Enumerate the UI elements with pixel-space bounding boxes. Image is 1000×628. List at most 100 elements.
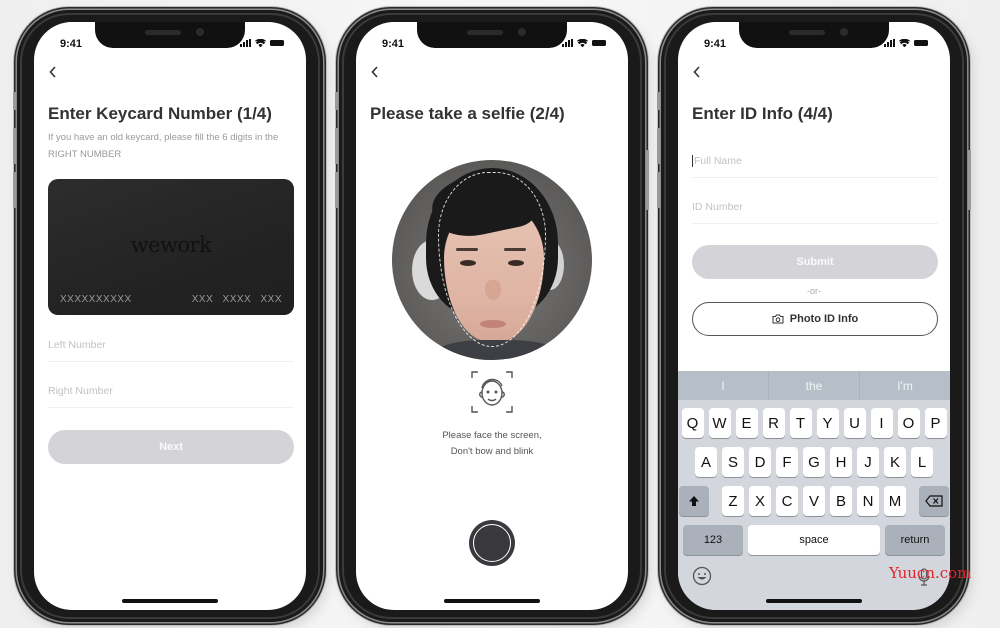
face-outline-guide	[438, 172, 546, 347]
photo-id-label: Photo ID Info	[789, 313, 859, 325]
key[interactable]: R	[762, 408, 785, 438]
shift-icon	[689, 496, 699, 506]
full-name-field[interactable]	[692, 144, 938, 178]
home-indicator	[122, 599, 218, 603]
hint-line-1: Please face the screen,	[442, 430, 542, 441]
suggestion-bar: I the I'm	[678, 371, 950, 400]
volume-down-button	[335, 172, 338, 208]
key[interactable]: S	[722, 447, 744, 477]
key[interactable]: O	[897, 408, 920, 438]
keycard-image: wework XXXXXXXXXX XXX XXXX XXX	[48, 179, 294, 315]
key[interactable]: B	[830, 486, 852, 516]
space-key[interactable]: space	[748, 525, 880, 555]
key[interactable]: L	[911, 447, 933, 477]
letter-keys: ZXCVBNM	[722, 486, 906, 516]
volume-up-button	[13, 128, 16, 164]
numbers-key[interactable]: 123	[683, 525, 743, 555]
chevron-left-icon	[49, 66, 56, 78]
home-indicator	[766, 599, 862, 603]
back-button[interactable]	[370, 64, 380, 82]
key[interactable]: V	[803, 486, 825, 516]
key[interactable]: A	[695, 447, 717, 477]
page-title: Enter ID Info (4/4)	[692, 104, 833, 123]
emoji-icon[interactable]	[692, 566, 712, 586]
key[interactable]: U	[843, 408, 866, 438]
backspace-key[interactable]	[919, 486, 949, 516]
status-time: 9:41	[704, 38, 727, 50]
key[interactable]: J	[857, 447, 879, 477]
battery-icon	[270, 40, 284, 46]
shift-key[interactable]	[679, 486, 709, 516]
volume-up-button	[657, 128, 660, 164]
left-number-input[interactable]	[48, 338, 294, 351]
full-name-input[interactable]	[693, 154, 938, 167]
key[interactable]: F	[776, 447, 798, 477]
key[interactable]: E	[735, 408, 758, 438]
page-title: Enter Keycard Number (1/4)	[48, 104, 272, 123]
left-number-field[interactable]	[48, 328, 294, 362]
status-icons	[884, 39, 928, 47]
key[interactable]: Z	[722, 486, 744, 516]
keycard-brand: wework	[130, 233, 212, 257]
selfie-hint: Please face the screen, Don't bow and bl…	[356, 428, 628, 460]
screen: 9:41 Enter ID Info (4/4) Submit -or- Pho…	[678, 22, 950, 610]
suggestion[interactable]: I	[678, 371, 769, 400]
notch	[417, 22, 567, 48]
or-divider: -or-	[807, 286, 821, 296]
key-row-3: ZXCVBNM	[678, 486, 950, 516]
key[interactable]: D	[749, 447, 771, 477]
mute-switch	[13, 92, 16, 110]
notch	[739, 22, 889, 48]
notch	[95, 22, 245, 48]
key[interactable]: P	[924, 408, 947, 438]
home-indicator	[444, 599, 540, 603]
key[interactable]: Y	[816, 408, 839, 438]
shutter-button[interactable]	[469, 520, 515, 566]
battery-icon	[914, 40, 928, 46]
back-button[interactable]	[692, 64, 702, 82]
submit-button[interactable]: Submit	[692, 245, 938, 279]
hint-line-2: Don't bow and blink	[450, 446, 534, 457]
keycard-left-number: XXXXXXXXXX	[60, 294, 132, 305]
key[interactable]: N	[857, 486, 879, 516]
camera-icon	[772, 314, 784, 324]
wifi-icon	[255, 39, 266, 47]
key-row-1: QWERTYUIOP	[678, 408, 950, 438]
key[interactable]: X	[749, 486, 771, 516]
suggestion[interactable]: the	[769, 371, 860, 400]
text-cursor	[692, 154, 693, 167]
return-key[interactable]: return	[885, 525, 945, 555]
right-number-input[interactable]	[48, 384, 294, 397]
volume-down-button	[13, 172, 16, 208]
key[interactable]: T	[789, 408, 812, 438]
key[interactable]: G	[803, 447, 825, 477]
key[interactable]: I	[870, 408, 893, 438]
watermark: Yuucn.com	[889, 564, 972, 582]
key[interactable]: C	[776, 486, 798, 516]
key[interactable]: H	[830, 447, 852, 477]
back-button[interactable]	[48, 64, 58, 82]
phone-id-info: 9:41 Enter ID Info (4/4) Submit -or- Pho…	[657, 10, 971, 622]
status-icons	[240, 39, 284, 47]
key[interactable]: Q	[681, 408, 704, 438]
wifi-icon	[899, 39, 910, 47]
key[interactable]: W	[708, 408, 731, 438]
mute-switch	[335, 92, 338, 110]
suggestion[interactable]: I'm	[860, 371, 950, 400]
id-number-field[interactable]	[692, 190, 938, 224]
page-subtitle: If you have an old keycard, please fill …	[48, 132, 279, 160]
wifi-icon	[577, 39, 588, 47]
phone-selfie: 9:41 Please take a selfie (2/4) Please f…	[335, 10, 649, 622]
photo-id-button[interactable]: Photo ID Info	[692, 302, 938, 336]
mute-switch	[657, 92, 660, 110]
key-row-2: ASDFGHJKL	[678, 447, 950, 477]
shutter-ring	[473, 524, 511, 562]
key[interactable]: K	[884, 447, 906, 477]
right-number-field[interactable]	[48, 374, 294, 408]
selfie-camera-preview	[392, 160, 592, 360]
volume-up-button	[335, 128, 338, 164]
next-button[interactable]: Next	[48, 430, 294, 464]
chevron-left-icon	[371, 66, 378, 78]
id-number-input[interactable]	[692, 200, 938, 213]
key[interactable]: M	[884, 486, 906, 516]
